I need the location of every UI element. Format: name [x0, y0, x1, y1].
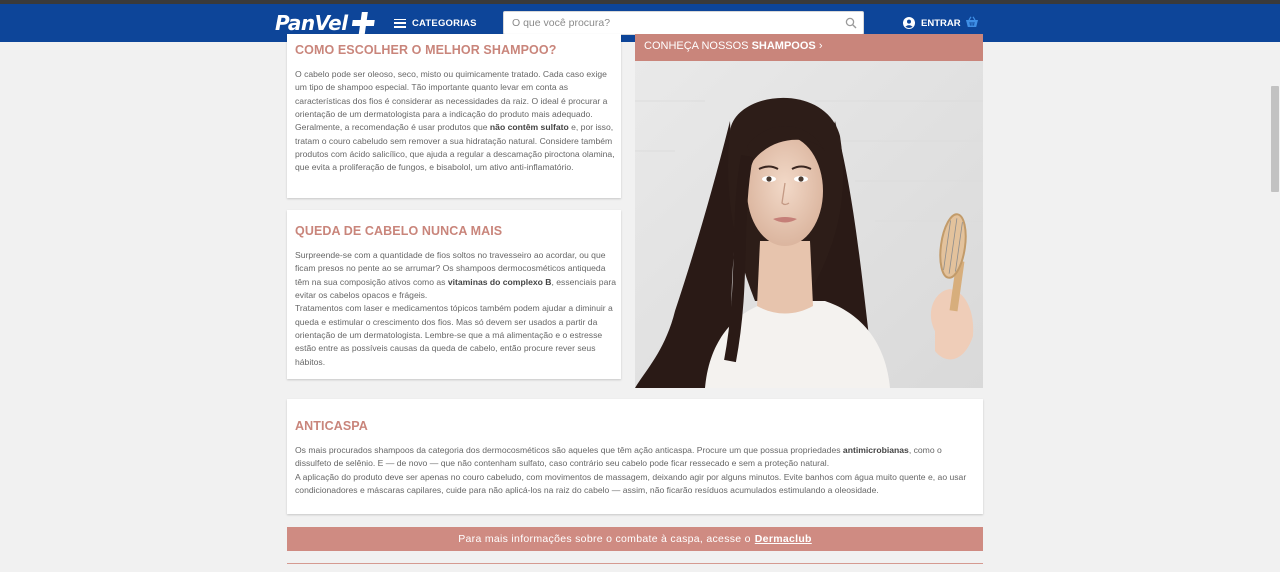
card-title: ANTICASPA: [295, 419, 368, 433]
card-text: Surpreende-se com a quantidade de fios s…: [295, 250, 616, 301]
card-text: Os mais procurados shampoos da categoria…: [295, 445, 942, 469]
shampoos-promo-banner[interactable]: CONHEÇA NOSSOS SHAMPOOS ›: [635, 34, 983, 61]
user-icon: [903, 17, 915, 29]
panvel-logo[interactable]: PanVel: [275, 10, 375, 36]
promo-photo: [635, 61, 983, 388]
highlight-text: não contêm sulfato: [489, 122, 569, 133]
card-title: COMO ESCOLHER O MELHOR SHAMPOO?: [295, 43, 557, 57]
search-box: [503, 11, 864, 35]
anti-dandruff-card: ANTICASPA Os mais procurados shampoos da…: [287, 399, 983, 514]
card-text: O cabelo pode ser oleoso, seco, misto ou…: [295, 69, 615, 173]
dermaclub-info-bar: Para mais informações sobre o combate à …: [287, 527, 983, 551]
choose-shampoo-card: COMO ESCOLHER O MELHOR SHAMPOO? O cabelo…: [287, 34, 621, 198]
hair-loss-card: QUEDA DE CABELO NUNCA MAIS Surpreende-se…: [287, 210, 621, 379]
woman-with-hairbrush-image[interactable]: [635, 61, 983, 388]
categories-label: CATEGORIAS: [412, 17, 477, 29]
menu-icon: [394, 18, 406, 28]
cta-text: Para mais informações sobre o combate à …: [458, 533, 751, 545]
dermaclub-link[interactable]: Dermaclub: [755, 533, 812, 545]
categories-button[interactable]: CATEGORIAS: [394, 13, 477, 33]
card-body: Surpreende-se com a quantidade de fios s…: [295, 249, 617, 369]
logo-text: PanVel: [275, 11, 348, 35]
card-text-2: Tratamentos com laser e medicamentos tóp…: [295, 303, 613, 367]
highlight-text: vitaminas do complexo B: [447, 276, 552, 287]
card-text-2: A aplicação do produto deve ser apenas n…: [295, 471, 967, 496]
basket-icon[interactable]: [965, 16, 979, 28]
divider: [287, 563, 983, 564]
login-label: ENTRAR: [921, 17, 961, 29]
login-button[interactable]: ENTRAR: [903, 14, 961, 32]
search-input[interactable]: [504, 12, 834, 34]
card-body: Os mais procurados shampoos da categoria…: [295, 444, 971, 497]
chevron-right-icon: ›: [818, 40, 823, 52]
card-title: QUEDA DE CABELO NUNCA MAIS: [295, 224, 503, 238]
highlight-text: antimicrobianas: [842, 445, 909, 455]
scrollbar-thumb[interactable]: [1271, 86, 1279, 192]
logo-plus-icon: [351, 12, 375, 34]
search-icon[interactable]: [845, 17, 857, 29]
